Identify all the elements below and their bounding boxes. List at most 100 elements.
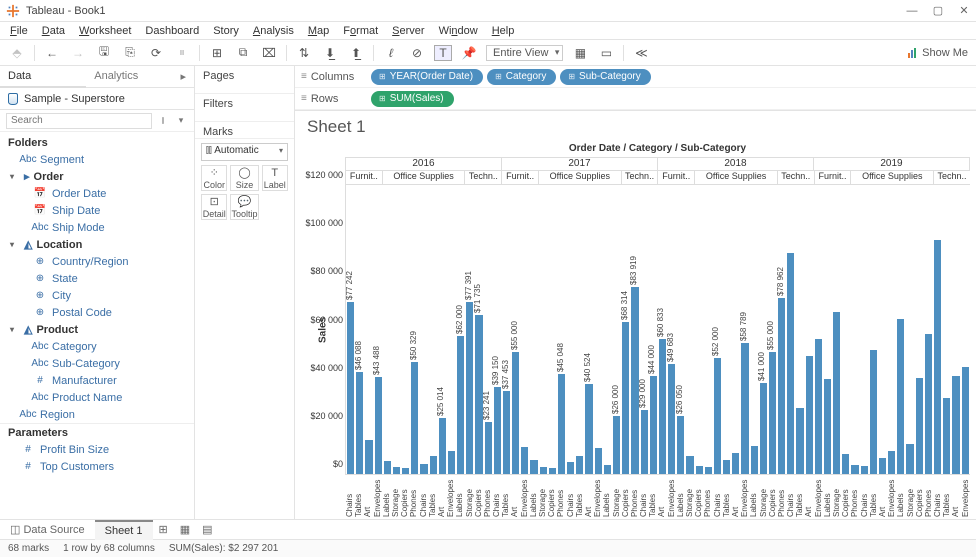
bar[interactable] <box>448 451 455 474</box>
bar[interactable] <box>787 253 794 474</box>
bar[interactable] <box>879 458 886 474</box>
bar[interactable] <box>365 440 372 474</box>
bar[interactable] <box>595 448 602 474</box>
bar[interactable] <box>549 468 556 474</box>
pause-button[interactable]: ⏸ <box>173 45 191 61</box>
mark-tooltip[interactable]: 💬Tooltip <box>230 194 258 220</box>
sheet-title[interactable]: Sheet 1 <box>295 111 976 139</box>
bar[interactable] <box>916 378 923 474</box>
bar[interactable] <box>705 467 712 474</box>
bar[interactable]: $23 241 <box>485 422 492 474</box>
pages-shelf[interactable]: Pages <box>195 66 294 94</box>
pill-year-order-date-[interactable]: YEAR(Order Date) <box>371 69 483 85</box>
menu-help[interactable]: Help <box>486 23 521 39</box>
bar[interactable] <box>952 376 959 474</box>
field-sub-category[interactable]: AbcSub-Category <box>0 355 194 372</box>
new-worksheet-button[interactable]: ⊞ <box>208 45 226 61</box>
field-category[interactable]: AbcCategory <box>0 338 194 355</box>
bar[interactable]: $43 488 <box>375 377 382 474</box>
menu-data[interactable]: Data <box>36 23 71 39</box>
pin-button[interactable]: 📌 <box>460 45 478 61</box>
field-region[interactable]: AbcRegion <box>0 406 194 423</box>
bar[interactable]: $50 329 <box>411 362 418 474</box>
search-input[interactable] <box>6 113 152 129</box>
close-button[interactable]: ✕ <box>958 5 970 17</box>
bar[interactable]: $37 453 <box>503 391 510 474</box>
bar[interactable]: $55 000 <box>512 352 519 474</box>
bar[interactable] <box>430 456 437 474</box>
show-labels-button[interactable]: T <box>434 45 452 61</box>
bar[interactable]: $77 242 <box>347 302 354 474</box>
bar[interactable] <box>897 319 904 474</box>
field-postal-code[interactable]: ⊕Postal Code <box>0 304 194 321</box>
group-location[interactable]: ▾◭Location <box>0 236 194 253</box>
forward-button[interactable]: → <box>69 45 87 61</box>
bar[interactable]: $62 000 <box>457 336 464 474</box>
menu-map[interactable]: Map <box>302 23 335 39</box>
bar[interactable] <box>751 446 758 474</box>
new-worksheet-tab[interactable]: ⊞ <box>153 520 174 539</box>
mark-type-select[interactable]: ⫿⫿ Automatic <box>201 143 288 161</box>
field-product-name[interactable]: AbcProduct Name <box>0 389 194 406</box>
bar[interactable] <box>934 240 941 474</box>
new-story-tab[interactable]: ▤ <box>196 520 218 539</box>
field-top-customers[interactable]: #Top Customers <box>0 458 194 475</box>
bar[interactable] <box>576 456 583 474</box>
bar[interactable] <box>851 465 858 474</box>
bar[interactable] <box>796 408 803 474</box>
group-order[interactable]: ▾▸Order <box>0 168 194 185</box>
sort-desc-button[interactable]: ⬆̲ <box>347 45 365 61</box>
mark-detail[interactable]: ⊡Detail <box>201 194 227 220</box>
pill-category[interactable]: Category <box>487 69 556 85</box>
field-state[interactable]: ⊕State <box>0 270 194 287</box>
field-order-date[interactable]: 📅Order Date <box>0 185 194 202</box>
tab-data-source[interactable]: ◫ Data Source <box>0 520 95 539</box>
field-segment[interactable]: AbcSegment <box>0 151 194 168</box>
pill-sum-sales-[interactable]: SUM(Sales) <box>371 91 454 107</box>
save-button[interactable]: 🖫 <box>95 45 113 61</box>
bar[interactable] <box>540 467 547 474</box>
bar[interactable] <box>384 461 391 474</box>
clear-button[interactable]: ⌧ <box>260 45 278 61</box>
bar[interactable]: $44 000 <box>650 376 657 474</box>
menu-analysis[interactable]: Analysis <box>247 23 300 39</box>
duplicate-button[interactable]: ⧉ <box>234 45 252 61</box>
bar[interactable]: $26 000 <box>613 416 620 474</box>
bar[interactable]: $25 014 <box>439 418 446 474</box>
field-country-region[interactable]: ⊕Country/Region <box>0 253 194 270</box>
bar[interactable] <box>686 456 693 474</box>
bar[interactable] <box>888 451 895 474</box>
bar[interactable]: $58 789 <box>741 343 748 474</box>
mark-label[interactable]: TLabel <box>262 165 289 191</box>
rows-shelf[interactable]: Rows SUM(Sales) <box>295 88 976 110</box>
bar[interactable]: $45 048 <box>558 374 565 474</box>
sort-asc-button[interactable]: ⬇̲ <box>321 45 339 61</box>
group-product[interactable]: ▾◭Product <box>0 321 194 338</box>
group-button[interactable]: ⊘ <box>408 45 426 61</box>
mark-size[interactable]: ◯Size <box>230 165 258 191</box>
menu-server[interactable]: Server <box>386 23 430 39</box>
bar[interactable]: $55 000 <box>769 352 776 474</box>
bar[interactable]: $78 962 <box>778 298 785 474</box>
bar[interactable]: $49 683 <box>668 364 675 474</box>
tab-analytics[interactable]: Analytics <box>86 66 172 88</box>
maximize-button[interactable]: ▢ <box>932 5 944 17</box>
back-button[interactable]: ← <box>43 45 61 61</box>
bar[interactable] <box>723 460 730 474</box>
field-manufacturer[interactable]: #Manufacturer <box>0 372 194 389</box>
columns-shelf[interactable]: Columns YEAR(Order Date)CategorySub-Cate… <box>295 66 976 88</box>
tab-data[interactable]: Data <box>0 66 86 88</box>
bar[interactable] <box>530 460 537 474</box>
filters-shelf[interactable]: Filters <box>195 94 294 122</box>
bar[interactable] <box>861 466 868 474</box>
collapse-pane-button[interactable]: ▸ <box>172 66 194 88</box>
show-me-button[interactable]: Show Me <box>908 47 968 59</box>
bar[interactable] <box>943 398 950 474</box>
bar[interactable]: $77 391 <box>466 302 473 474</box>
bar[interactable] <box>604 465 611 474</box>
show-cards-button[interactable]: ▦ <box>571 45 589 61</box>
menu-dashboard[interactable]: Dashboard <box>139 23 205 39</box>
bar[interactable]: $29 000 <box>641 410 648 474</box>
share-button[interactable]: ≪ <box>632 45 650 61</box>
bar[interactable] <box>521 447 528 474</box>
